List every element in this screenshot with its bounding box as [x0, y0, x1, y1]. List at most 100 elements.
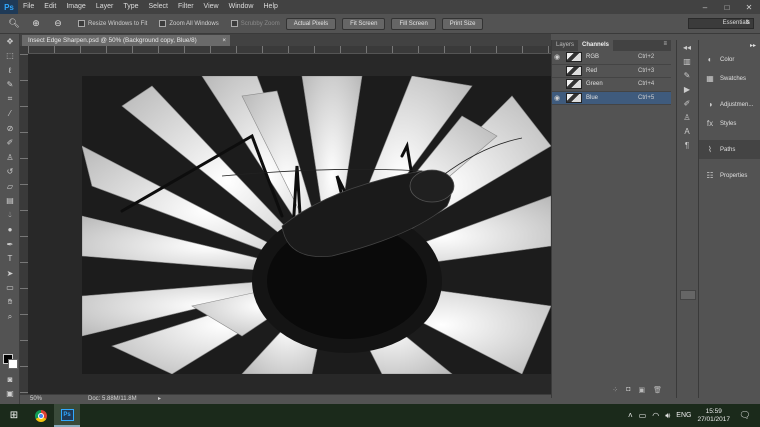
panel-styles[interactable]: fx Styles	[699, 114, 760, 133]
tab-channels[interactable]: Channels	[578, 40, 614, 51]
taskbar-photoshop[interactable]: Ps	[54, 404, 80, 427]
panel-color[interactable]: ◐ Color	[699, 50, 760, 69]
zoom-in-icon[interactable]: ⊕	[28, 17, 44, 31]
scrubby-zoom-check-box[interactable]	[230, 20, 238, 27]
panel-swatches[interactable]: ▦ Swatches	[699, 69, 760, 88]
windows-start-icon[interactable]: ⊞	[0, 404, 28, 427]
shape-tool-icon[interactable]: ▭	[0, 281, 20, 296]
brush-presets-icon[interactable]: ✎	[677, 68, 697, 82]
taskbar-chrome[interactable]	[28, 404, 54, 427]
workspace-select[interactable]: Essentials ⇕	[688, 18, 754, 29]
lasso-tool-icon[interactable]: ℓ	[0, 63, 20, 78]
path-select-tool-icon[interactable]: ➤	[0, 266, 20, 281]
blur-tool-icon[interactable]: 💧︎	[0, 208, 20, 223]
dodge-tool-icon[interactable]: ●	[0, 223, 20, 238]
wifi-icon[interactable]: ◠	[652, 411, 659, 420]
ruler-origin[interactable]	[20, 46, 28, 54]
document-tab-title: Insect Edge Sharpen.psd @ 50% (Backgroun…	[28, 37, 197, 44]
quick-mask-icon[interactable]: ◙	[0, 372, 20, 387]
notifications-icon[interactable]: 🗨︎	[736, 410, 754, 421]
menu-window[interactable]: Window	[224, 0, 259, 14]
history-brush-tool-icon[interactable]: ↺	[0, 165, 20, 180]
zoom-tool-icon[interactable]: ⌕	[0, 310, 20, 325]
pen-tool-icon[interactable]: ✒	[0, 237, 20, 252]
panel-scroll-handle[interactable]	[680, 290, 696, 300]
collapse-arrows-icon[interactable]: ◂◂	[677, 40, 697, 54]
resize-windows-checkbox[interactable]: Resize Windows to Fit	[78, 20, 147, 27]
character-icon[interactable]: A	[677, 124, 697, 138]
menu-image[interactable]: Image	[61, 0, 90, 14]
battery-icon[interactable]: ▭	[639, 411, 647, 420]
load-selection-icon[interactable]: ⁘	[612, 386, 618, 396]
status-menu-arrow-icon[interactable]: ▸	[158, 395, 161, 404]
type-tool-icon[interactable]: T	[0, 252, 20, 267]
eraser-tool-icon[interactable]: ▱	[0, 179, 20, 194]
panel-paths[interactable]: ⌇ Paths	[699, 140, 760, 159]
clone-stamp-tool-icon[interactable]: ♙	[0, 150, 20, 165]
menu-edit[interactable]: Edit	[39, 0, 61, 14]
menu-type[interactable]: Type	[118, 0, 143, 14]
trash-icon[interactable]: 🗑︎	[653, 386, 662, 396]
close-button[interactable]: ✕	[742, 3, 756, 12]
tab-layers[interactable]: Layers	[552, 40, 578, 51]
channel-row-red[interactable]: Red Ctrl+3	[552, 65, 671, 78]
panel-label: Swatches	[720, 75, 747, 82]
panel-properties[interactable]: ☷ Properties	[699, 166, 760, 185]
horizontal-ruler[interactable]	[28, 46, 551, 54]
menu-file[interactable]: File	[18, 0, 39, 14]
panel-menu-icon[interactable]: ≡	[663, 41, 667, 47]
resize-windows-check-box[interactable]	[78, 20, 85, 27]
save-selection-icon[interactable]: ◘	[626, 386, 630, 396]
menu-layer[interactable]: Layer	[91, 0, 119, 14]
channel-row-rgb[interactable]: ◉ RGB Ctrl+2	[552, 51, 671, 65]
fill-screen-button[interactable]: Fill Screen	[391, 17, 436, 30]
menu-help[interactable]: Help	[259, 0, 283, 14]
paragraph-icon[interactable]: ¶	[677, 138, 697, 152]
zoom-level[interactable]: 50%	[30, 395, 42, 404]
collapse-arrows-icon[interactable]: ▸▸	[699, 40, 760, 50]
scrubby-zoom-checkbox[interactable]: Scrubby Zoom	[230, 20, 280, 27]
panel-label: Styles	[720, 120, 737, 127]
background-color-swatch[interactable]	[8, 359, 18, 369]
menu-select[interactable]: Select	[144, 0, 173, 14]
screen-mode-icon[interactable]: ▣	[0, 386, 20, 401]
quick-select-tool-icon[interactable]: ✎	[0, 78, 20, 93]
gradient-tool-icon[interactable]: ▤	[0, 194, 20, 209]
show-hidden-icons-icon[interactable]: ˄	[628, 411, 633, 420]
print-size-button[interactable]: Print Size	[441, 17, 484, 30]
brush-icon[interactable]: ✐	[677, 96, 697, 110]
volume-icon[interactable]: 🔊︎	[665, 411, 670, 421]
menu-filter[interactable]: Filter	[173, 0, 199, 14]
document-image[interactable]	[82, 76, 551, 374]
actual-pixels-button[interactable]: Actual Pixels	[285, 17, 337, 30]
move-tool-icon[interactable]: ✥	[0, 34, 20, 49]
history-icon[interactable]: ▥	[677, 54, 697, 68]
zoom-all-check-box[interactable]	[159, 20, 167, 27]
actions-icon[interactable]: ▶	[677, 82, 697, 96]
zoom-out-icon[interactable]: ⊖	[50, 17, 66, 31]
vertical-ruler[interactable]	[20, 54, 28, 394]
fit-screen-button[interactable]: Fit Screen	[342, 17, 386, 30]
input-language[interactable]: ENG	[676, 412, 691, 419]
brush-tool-icon[interactable]: ✐	[0, 136, 20, 151]
channel-row-green[interactable]: Green Ctrl+4	[552, 78, 671, 92]
maximize-button[interactable]: □	[720, 3, 734, 12]
zoom-all-checkbox[interactable]: Zoom All Windows	[159, 20, 219, 27]
new-channel-icon[interactable]: ▣	[638, 386, 645, 396]
zoom-tool-icon[interactable]: 🔍︎	[6, 17, 22, 31]
panel-adjustments[interactable]: ◑ Adjustmen...	[699, 95, 760, 114]
marquee-tool-icon[interactable]: ⬚	[0, 49, 20, 64]
clone-source-icon[interactable]: ♙	[677, 110, 697, 124]
clock[interactable]: 15:59 27/01/2017	[697, 408, 730, 424]
channel-row-blue[interactable]: ◉ Blue Ctrl+5	[552, 91, 671, 105]
menu-view[interactable]: View	[199, 0, 224, 14]
eye-icon[interactable]: ◉	[552, 53, 562, 61]
hand-tool-icon[interactable]: ✋︎	[0, 295, 20, 310]
document-tab[interactable]: Insect Edge Sharpen.psd @ 50% (Backgroun…	[22, 35, 230, 46]
minimize-button[interactable]: –	[698, 3, 712, 12]
eyedropper-tool-icon[interactable]: ⁄	[0, 107, 20, 122]
healing-brush-tool-icon[interactable]: ⊘	[0, 121, 20, 136]
crop-tool-icon[interactable]: ⌗	[0, 92, 20, 107]
eye-icon[interactable]: ◉	[552, 94, 562, 102]
close-icon[interactable]: ×	[222, 35, 226, 46]
